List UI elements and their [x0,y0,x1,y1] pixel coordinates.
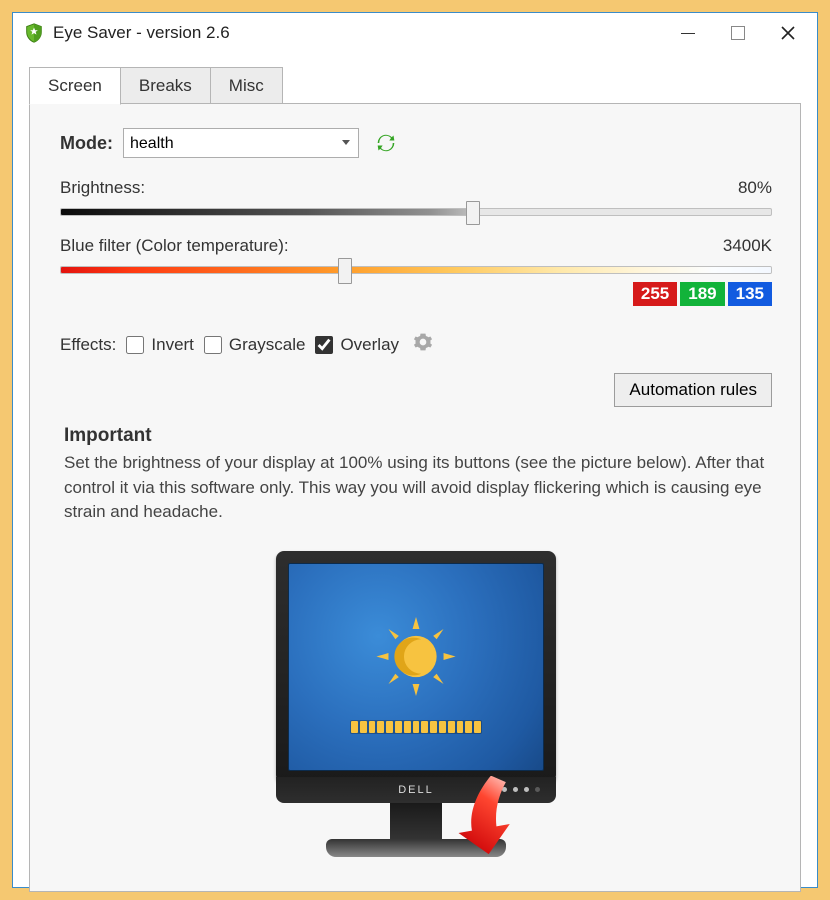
effects-label: Effects: [60,335,116,355]
grayscale-checkbox[interactable]: Grayscale [204,335,306,355]
window-minimize-button[interactable] [663,15,713,51]
window-close-button[interactable] [763,15,813,51]
app-window: Eye Saver - version 2.6 Screen Breaks Mi… [12,12,818,888]
monitor-brand: DELL [398,784,434,796]
tab-misc[interactable]: Misc [210,67,283,104]
monitor-progress-icon [350,720,482,734]
window-maximize-button[interactable] [713,15,763,51]
bluefilter-slider[interactable] [60,266,772,274]
rgb-blue-chip: 135 [728,282,772,306]
red-arrow-icon [450,776,530,861]
tab-screen[interactable]: Screen [29,67,121,105]
bluefilter-value: 3400K [723,236,772,256]
tab-breaks[interactable]: Breaks [120,67,211,104]
refresh-icon[interactable] [375,132,397,154]
sun-moon-icon [373,613,459,704]
rgb-green-chip: 189 [680,282,724,306]
brightness-label: Brightness: [60,178,145,198]
tabs: Screen Breaks Misc [29,67,801,104]
mode-label: Mode: [60,133,113,154]
rgb-red-chip: 255 [633,282,677,306]
brightness-slider[interactable] [60,208,772,216]
invert-checkbox[interactable]: Invert [126,335,194,355]
brightness-value: 80% [738,178,772,198]
monitor-illustration: DELL [60,551,772,857]
titlebar: Eye Saver - version 2.6 [13,13,817,53]
mode-select[interactable]: health [123,128,359,158]
window-title: Eye Saver - version 2.6 [53,23,230,43]
gear-icon[interactable] [413,332,433,357]
bluefilter-label: Blue filter (Color temperature): [60,236,289,256]
app-shield-icon [23,22,45,44]
overlay-checkbox[interactable]: Overlay [315,335,399,355]
important-text: Set the brightness of your display at 10… [64,451,772,525]
screen-panel: Mode: health Brightness: 80% [29,103,801,892]
important-heading: Important [64,425,772,447]
automation-rules-button[interactable]: Automation rules [614,373,772,407]
